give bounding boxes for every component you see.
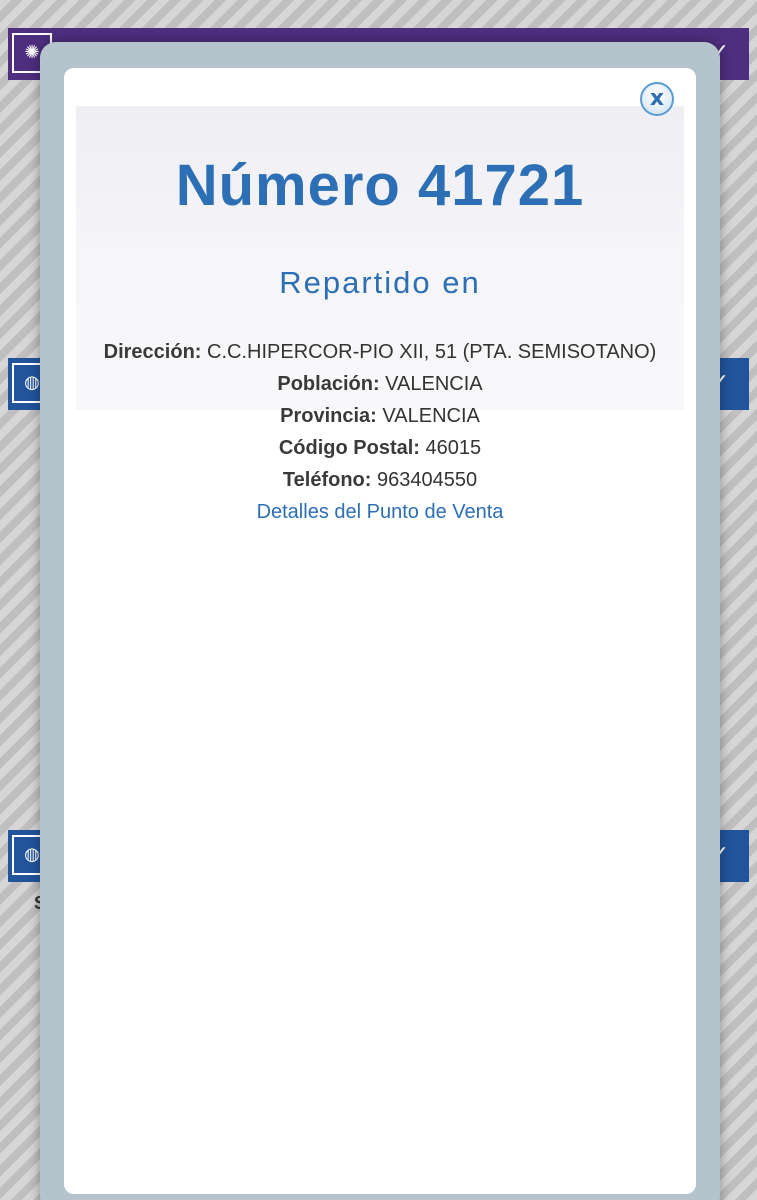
close-icon: x [649,86,665,111]
field-label: Población: [277,373,380,395]
field-value: VALENCIA [385,373,483,395]
detail-link-row: Detalles del Punto de Venta [64,496,696,528]
field-label: Provincia: [280,405,377,427]
address-row: Dirección: C.C.HIPERCOR-PIO XII, 51 (PTA… [64,336,696,368]
phone-row: Teléfono: 963404550 [64,464,696,496]
sales-point-info: Dirección: C.C.HIPERCOR-PIO XII, 51 (PTA… [64,336,696,528]
field-value: VALENCIA [382,405,480,427]
sales-point-details-link[interactable]: Detalles del Punto de Venta [257,496,504,528]
field-label: Dirección: [103,341,202,363]
field-label: Teléfono: [282,469,372,491]
postal-code-row: Código Postal: 46015 [64,432,696,464]
page-title: Número 41721 [175,153,585,218]
close-button[interactable]: x [640,82,674,116]
page-subtitle: Repartido en [279,265,481,300]
modal-content: x Número 41721 Repartido en Dirección: C… [64,68,696,1194]
field-value: 46015 [425,437,482,459]
field-value: 963404550 [376,469,478,491]
modal-dialog: x Número 41721 Repartido en Dirección: C… [40,42,720,1200]
field-label: Código Postal: [278,437,420,459]
field-value: C.C.HIPERCOR-PIO XII, 51 (PTA. SEMISOTAN… [207,341,657,363]
province-row: Provincia: VALENCIA [64,400,696,432]
town-row: Población: VALENCIA [64,368,696,400]
